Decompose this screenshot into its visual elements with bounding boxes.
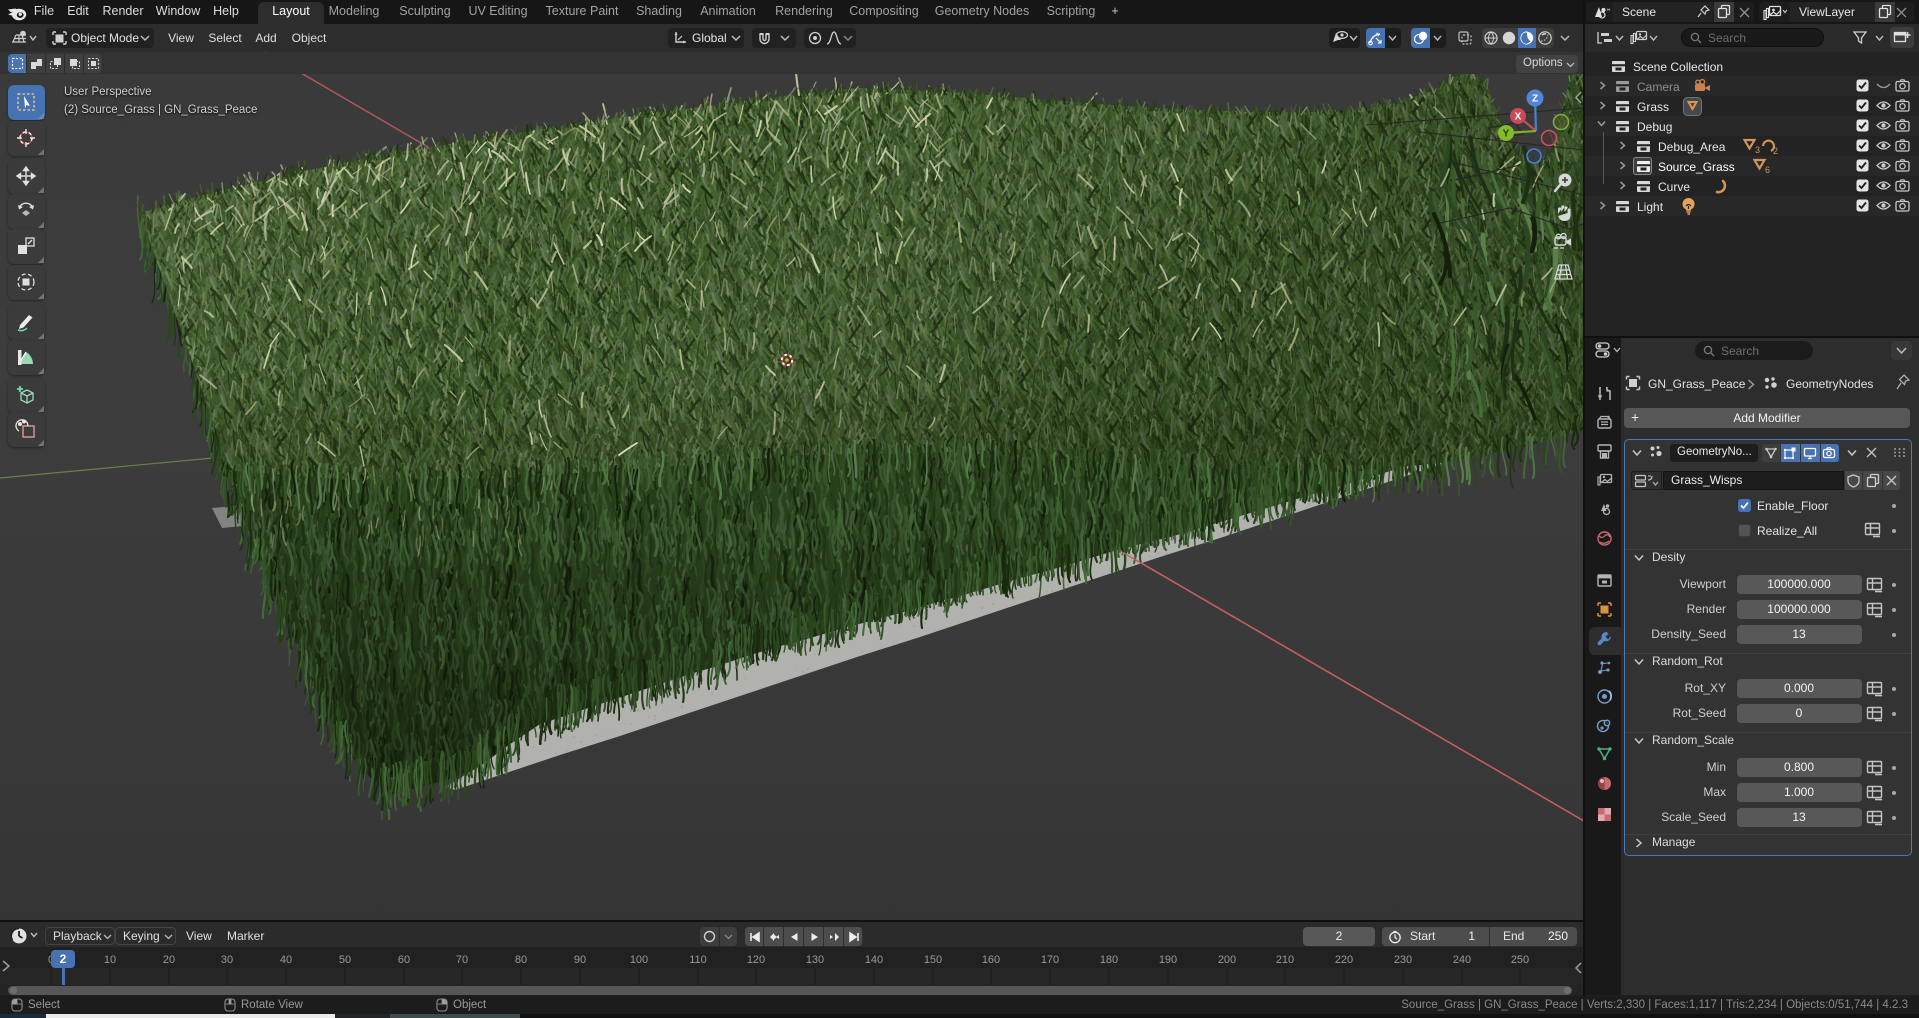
svg-text:140: 140 (865, 954, 883, 966)
svg-text:6: 6 (1765, 165, 1770, 175)
svg-text:210: 210 (1276, 954, 1294, 966)
svg-text:40: 40 (280, 954, 292, 966)
svg-text:80: 80 (515, 954, 527, 966)
svg-text:90: 90 (574, 954, 586, 966)
svg-text:120: 120 (747, 954, 765, 966)
svg-text:150: 150 (924, 954, 942, 966)
svg-text:110: 110 (689, 954, 707, 966)
svg-text:180: 180 (1100, 954, 1118, 966)
svg-text:190: 190 (1159, 954, 1177, 966)
svg-text:240: 240 (1453, 954, 1471, 966)
svg-text:60: 60 (398, 954, 410, 966)
svg-text:2: 2 (1773, 146, 1778, 155)
svg-text:220: 220 (1335, 954, 1353, 966)
svg-text:160: 160 (982, 954, 1000, 966)
svg-text:200: 200 (1218, 954, 1236, 966)
svg-text:Y: Y (1503, 129, 1510, 140)
svg-text:100: 100 (630, 954, 648, 966)
svg-text:230: 230 (1394, 954, 1412, 966)
svg-text:Z: Z (1532, 94, 1538, 105)
svg-text:20: 20 (163, 954, 175, 966)
svg-text:50: 50 (339, 954, 351, 966)
svg-text:250: 250 (1511, 954, 1529, 966)
svg-text:X: X (1515, 112, 1522, 123)
svg-text:30: 30 (221, 954, 233, 966)
svg-text:10: 10 (104, 954, 116, 966)
svg-text:3: 3 (1755, 145, 1760, 155)
svg-text:170: 170 (1041, 954, 1059, 966)
svg-text:70: 70 (456, 954, 468, 966)
svg-text:130: 130 (806, 954, 824, 966)
